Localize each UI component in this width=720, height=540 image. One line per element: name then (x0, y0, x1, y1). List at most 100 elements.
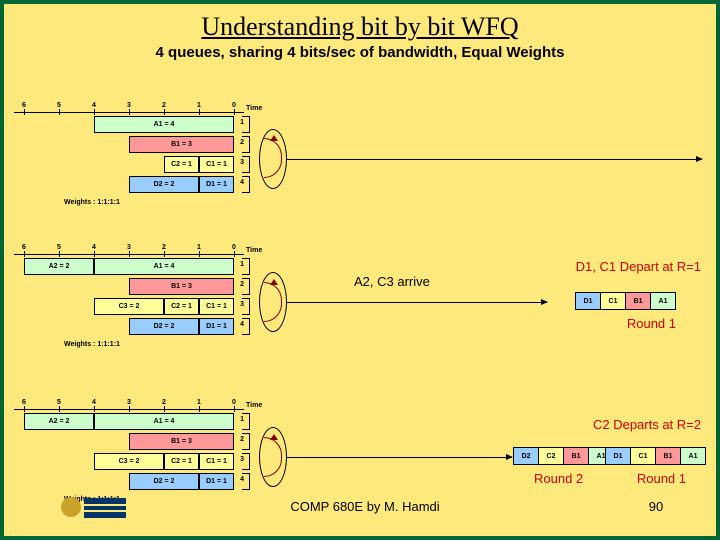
output-strip-r2: D2C2B1A1 (514, 447, 614, 465)
axis-tick: 0 (232, 399, 236, 406)
weights-label-1: Weights : 1:1:1:1 (64, 199, 294, 206)
output-line-3 (287, 457, 512, 458)
packet-block: A1 = 4 (94, 413, 234, 430)
depart-annotation-2: C2 Departs at R=2 (593, 417, 701, 432)
packet-block: C3 = 2 (94, 453, 164, 470)
output-line-1 (287, 159, 702, 160)
round1-label-b: Round 1 (637, 471, 686, 486)
queue-row: B1 = 32 (14, 433, 294, 452)
axis-tick: 6 (22, 244, 26, 251)
output-bit: C2 (538, 447, 564, 465)
axis-tick: 6 (22, 102, 26, 109)
queue-number: 4 (240, 179, 244, 186)
output-bit: B1 (655, 447, 681, 465)
queue-chart-3: 6543210 Time A1 = 4A2 = 21B1 = 32C1 = 1C… (14, 399, 294, 503)
axis-tick: 3 (127, 102, 131, 109)
axis-tick: 2 (162, 102, 166, 109)
output-bit: A1 (680, 447, 706, 465)
axis-tick: 1 (197, 102, 201, 109)
axis-tick: 1 (197, 399, 201, 406)
packet-block: A2 = 2 (24, 258, 94, 275)
queue-number: 2 (240, 139, 244, 146)
packet-block: C2 = 1 (164, 298, 199, 315)
queue-chart-1: 6 5 4 3 2 1 0 Time A1 = 4 1 B1 = 3 2 C1 = 1C2 = 1 3… (14, 102, 294, 206)
packet-block: D2 = 2 (129, 176, 199, 193)
packet-block: B1 = 3 (129, 136, 234, 153)
queue-number: 2 (240, 436, 244, 443)
output-bit: B1 (625, 292, 651, 310)
output-bit: C1 (630, 447, 656, 465)
packet-block: B1 = 3 (129, 278, 234, 295)
output-strip-r1b: D1C1B1A1 (606, 447, 706, 465)
axis-tick: 5 (57, 244, 61, 251)
output-bit: D2 (513, 447, 539, 465)
packet-block: A1 = 4 (94, 258, 234, 275)
queue-row: A1 = 4A2 = 2 1 (14, 258, 294, 277)
queue-row: B1 = 3 2 (14, 278, 294, 297)
slide-footer: COMP 680E by M. Hamdi 90 (4, 489, 716, 524)
footer-text: COMP 680E by M. Hamdi (134, 499, 596, 514)
packet-block: D2 = 2 (129, 318, 199, 335)
packet-block: C3 = 2 (94, 298, 164, 315)
queue-row: C1 = 1C2 = 1 3 (14, 156, 294, 175)
queue-row: C1 = 1C2 = 1C3 = 2 3 (14, 298, 294, 317)
axis-tick: 0 (232, 102, 236, 109)
axis-tick: 2 (162, 244, 166, 251)
queue-row: D1 = 1D2 = 2 4 (14, 318, 294, 337)
axis-tick: 1 (197, 244, 201, 251)
output-bit: C1 (600, 292, 626, 310)
queue-number: 1 (240, 261, 244, 268)
axis-tick: 5 (57, 399, 61, 406)
packet-block: D2 = 2 (129, 473, 199, 490)
queue-row: D1 = 1D2 = 24 (14, 176, 294, 195)
queue-number: 3 (240, 159, 244, 166)
queue-row: A1 = 4 1 (14, 116, 294, 135)
packet-block: D1 = 1 (199, 473, 234, 490)
time-label-1: Time (246, 105, 262, 112)
queue-number: 1 (240, 416, 244, 423)
axis-tick: 4 (92, 399, 96, 406)
hkust-logo-icon (54, 489, 134, 524)
queue-number: 4 (240, 476, 244, 483)
time-axis-2: 6 5 4 3 2 1 0 (14, 244, 244, 256)
slide-title: Understanding bit by bit WFQ (4, 12, 716, 42)
axis-tick: 0 (232, 244, 236, 251)
axis-tick: 3 (127, 244, 131, 251)
queue-number: 3 (240, 301, 244, 308)
time-axis-3: 6543210 (14, 399, 244, 411)
time-label-3: Time (246, 402, 262, 409)
packet-block: A1 = 4 (94, 116, 234, 133)
queue-number: 1 (240, 119, 244, 126)
queue-row: C1 = 1C2 = 1C3 = 2 3 (14, 453, 294, 472)
output-bit: A1 (650, 292, 676, 310)
packet-block: D1 = 1 (199, 318, 234, 335)
queue-number: 3 (240, 456, 244, 463)
page-number: 90 (596, 499, 716, 514)
slide-subtitle: 4 queues, sharing 4 bits/sec of bandwidt… (4, 44, 716, 61)
time-label-2: Time (246, 247, 262, 254)
round2-label: Round 2 (534, 471, 583, 486)
output-bit: D1 (575, 292, 601, 310)
queue-chart-2: 6543210 Time A1 = 4A2 = 21B1 = 32C1 = 1C… (14, 244, 294, 348)
axis-tick: 2 (162, 399, 166, 406)
packet-block: A2 = 2 (24, 413, 94, 430)
packet-block: C1 = 1 (199, 156, 234, 173)
queue-number: 4 (240, 321, 244, 328)
queue-row: B1 = 3 2 (14, 136, 294, 155)
round1-label-a: Round 1 (627, 316, 676, 331)
weights-label-2: Weights : 1:1:1:1 (64, 341, 294, 348)
packet-block: C2 = 1 (164, 453, 199, 470)
output-bit: D1 (605, 447, 631, 465)
output-strip-r1: D1C1B1A1 (576, 292, 676, 310)
packet-block: C2 = 1 (164, 156, 199, 173)
depart-annotation-1: D1, C1 Depart at R=1 (576, 259, 701, 274)
arrive-annotation: A2, C3 arrive (354, 274, 430, 289)
axis-tick: 4 (92, 244, 96, 251)
axis-tick: 3 (127, 399, 131, 406)
axis-tick: 5 (57, 102, 61, 109)
queue-number: 2 (240, 281, 244, 288)
packet-block: C1 = 1 (199, 453, 234, 470)
output-line-2 (287, 302, 547, 303)
time-axis-1: 6543210 (14, 102, 244, 114)
packet-block: C1 = 1 (199, 298, 234, 315)
